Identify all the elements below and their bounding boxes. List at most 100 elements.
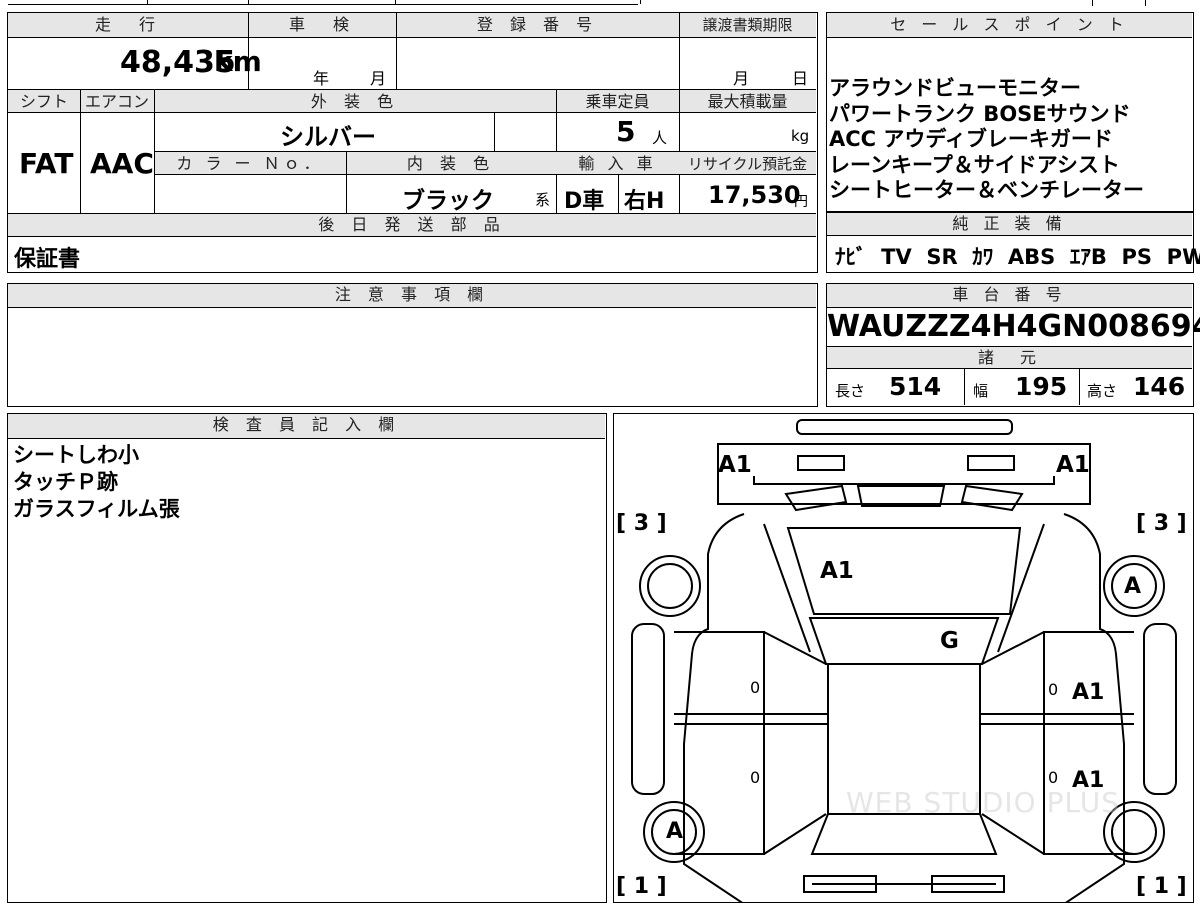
capacity-unit: 人 (652, 129, 668, 147)
top-strip-divider (640, 0, 641, 4)
headlight-right (967, 455, 1015, 471)
rear-window (810, 813, 998, 855)
divider (618, 175, 619, 213)
chassis-panel: 車 台 番 号 WAUZZZ4H4GN008694 諸 元 長さ 514 幅 1… (826, 283, 1200, 407)
inspector-notes: シートしわ小 タッチＰ跡 ガラスフィルム張 (13, 442, 180, 523)
vehicle-info-form: 走 行 車 検 登 録 番 号 譲渡書類期限 48,435 km 年 月 月 日… (7, 12, 818, 273)
shift-label: シフト (19, 92, 68, 111)
divider (679, 13, 680, 89)
car-diagram (631, 419, 1177, 902)
vin-value: WAUZZZ4H4GN008694 (827, 309, 1200, 344)
genuine-equipment-header: 純 正 装 備 (827, 213, 1192, 236)
width-value: 195 (1015, 372, 1068, 401)
interior-color-label: 内 装 色 (406, 154, 496, 173)
sales-point-line: レーンキープ＆サイドアシスト (829, 152, 1120, 177)
shift-value: FAT (19, 147, 74, 180)
deadline-month: 月 (733, 69, 750, 88)
genuine-equipment-list: ﾅﾋﾞ TV SR ｶﾜ ABS ｴｱB PS PW (835, 241, 1200, 271)
right-door-split (980, 713, 1134, 725)
deadline-day: 日 (792, 69, 809, 88)
top-strip-divider (1092, 0, 1093, 6)
import-label: 輸 入 車 (578, 154, 657, 173)
inspector-line: タッチＰ跡 (13, 470, 118, 494)
tire-rear-left: [ 1 ] (616, 874, 667, 899)
registration-number-label: 登 録 番 号 (476, 15, 599, 34)
equipment-item: TV (881, 245, 912, 269)
mark-wheel-front-right: A (1124, 574, 1142, 599)
left-doors (674, 631, 765, 855)
front-panel (717, 443, 1091, 505)
import-value: D車 (564, 189, 605, 214)
front-bumper-strip (796, 419, 1013, 435)
mark-front-left: A1 (718, 452, 752, 478)
later-parts-value: 保証書 (14, 247, 81, 272)
hood-line (753, 476, 1055, 485)
mark-door-right-front-small: 0 (1048, 680, 1059, 699)
transfer-deadline-label: 譲渡書類期限 (702, 16, 793, 34)
equipment-item: PW (1166, 245, 1200, 269)
wheel-front-left-inner (647, 563, 693, 609)
steering-value: 右H (624, 189, 665, 214)
top-strip-divider (147, 0, 148, 4)
chassis-header: 車 台 番 号 (827, 284, 1192, 308)
inspector-header: 検 査 員 記 入 欄 (8, 414, 605, 439)
height-value: 146 (1133, 372, 1186, 401)
headlight-left (797, 455, 845, 471)
height-label: 高さ (1087, 382, 1118, 400)
inspection-month: 月 (370, 69, 387, 88)
watermark: WEB STUDIO PLUS (846, 786, 1120, 819)
sales-points-list: アラウンドビューモニター パワートランク BOSEサウンド ACC アウディブレ… (829, 76, 1191, 204)
inspector-panel: 検 査 員 記 入 欄 シートしわ小 タッチＰ跡 ガラスフィルム張 (7, 413, 607, 903)
aircon-value: AAC (90, 147, 154, 180)
equipment-item: ｶﾜ (972, 245, 994, 269)
inspector-line: シートしわ小 (13, 443, 139, 467)
length-value: 514 (889, 372, 942, 401)
tire-front-right: [ 3 ] (1136, 511, 1187, 536)
inspection-year: 年 (313, 69, 330, 88)
mark-wheel-rear-left: A (666, 819, 684, 844)
left-door-split (674, 713, 828, 725)
recycle-value: 17,530 (708, 181, 801, 209)
roof-front (808, 617, 1000, 665)
mark-front-right: A1 (1056, 452, 1090, 478)
inspector-line: ガラスフィルム張 (13, 497, 180, 521)
max-load-unit: kg (791, 127, 810, 145)
inspection-label: 車 検 (288, 15, 355, 34)
grille-right (960, 484, 1024, 512)
divider (494, 113, 495, 151)
length-label: 長さ (835, 382, 866, 400)
sales-point-line: ACC アウディブレーキガード (829, 127, 1113, 151)
mark-windshield: A1 (820, 558, 854, 584)
mark-roof: G (940, 628, 959, 654)
interior-suffix: 系 (535, 191, 551, 209)
sales-point-line: シートヒーター＆ベンチレーター (829, 178, 1144, 202)
right-doors (1043, 631, 1134, 855)
tire-front-left: [ 3 ] (616, 511, 667, 536)
equipment-item: PS (1121, 245, 1153, 269)
later-parts-label: 後 日 発 送 部 品 (8, 214, 816, 237)
specs-header: 諸 元 (827, 347, 1192, 369)
equipment-item: ABS (1007, 245, 1056, 269)
sales-points-panel: セ ー ル ス ポ イ ン ト アラウンドビューモニター パワートランク BOS… (826, 12, 1194, 212)
divider (346, 151, 347, 213)
exterior-color-label: 外 装 色 (310, 92, 400, 111)
sales-points-header: セ ー ル ス ポ イ ン ト (827, 13, 1192, 38)
tire-rear-right: [ 1 ] (1136, 874, 1187, 899)
equipment-item: ｴｱB (1069, 245, 1107, 269)
divider (396, 13, 397, 89)
top-strip-divider (395, 0, 396, 4)
interior-color-value: ブラック (402, 188, 494, 214)
aircon-label: エアコン (84, 92, 149, 111)
capacity-label: 乗車定員 (585, 92, 650, 111)
top-strip-line (8, 4, 638, 5)
equipment-item: SR (926, 245, 958, 269)
top-strip-divider (1145, 0, 1146, 6)
sales-point-line: パワートランク BOSEサウンド (829, 101, 1131, 126)
right-door-joins (981, 631, 1045, 855)
car-diagram-panel: A1 A1 A1 G A A A1 A1 0 0 0 0 [ 3 ] [ 3 ]… (613, 413, 1194, 903)
left-door-joins (763, 631, 827, 855)
equipment-item: ﾅﾋﾞ (835, 245, 867, 269)
mark-door-right-rear-small: 0 (1048, 768, 1059, 787)
left-sill (631, 623, 665, 795)
recycle-fee-label: リサイクル預託金 (687, 155, 808, 173)
